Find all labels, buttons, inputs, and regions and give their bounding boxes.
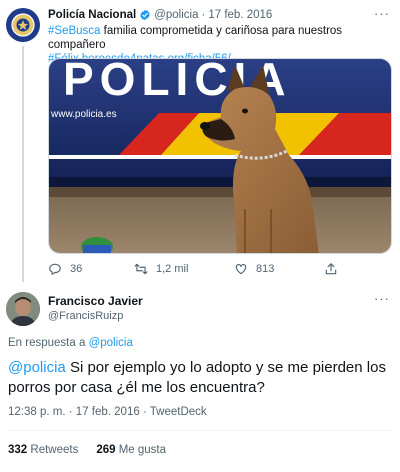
author-handle[interactable]: @policia [154, 9, 198, 21]
van-website: www.policia.es [50, 109, 117, 120]
author-name[interactable]: Policía Nacional [48, 9, 136, 21]
verified-badge-icon [140, 9, 150, 21]
reply-button[interactable]: 36 [48, 262, 82, 276]
like-icon [235, 264, 247, 275]
like-count: 813 [256, 263, 275, 275]
tweet-actions: 36 1,2 mil 813 [48, 262, 348, 278]
likes-label: Me gusta [118, 444, 167, 456]
header-separator: · [201, 9, 206, 21]
meta-separator: · [142, 406, 147, 418]
retweets-stat[interactable]: 332 Retweets [8, 444, 78, 456]
share-button[interactable] [324, 262, 338, 276]
mention-link[interactable]: @policia [8, 359, 66, 376]
tweet-stats: 332 Retweets 269 Me gusta [8, 444, 166, 456]
hashtag-sebusca[interactable]: #SeBusca [48, 25, 100, 37]
reply-text: @policia Si por ejemplo yo lo adopto y s… [8, 358, 396, 398]
retweet-icon [134, 263, 148, 275]
likes-count: 269 [96, 444, 116, 456]
replying-to-link[interactable]: @policia [89, 337, 133, 349]
tweet-date[interactable]: 17 feb. 2016 [76, 406, 140, 418]
likes-stat[interactable]: 269 Me gusta [96, 444, 166, 456]
more-icon[interactable]: ··· [374, 6, 390, 21]
tweet-time[interactable]: 12:38 p. m. [8, 406, 66, 418]
like-button[interactable]: 813 [234, 262, 274, 276]
reply-count: 36 [70, 263, 83, 275]
replying-prefix: En respuesta a [8, 337, 86, 349]
police-dog-photo: POLICIA www.policia.es [49, 59, 391, 253]
policia-avatar[interactable] [6, 8, 40, 42]
tweet-meta: 12:38 p. m. · 17 feb. 2016 · TweetDeck [8, 406, 207, 418]
reply-tweet: Francisco Javier @FrancisRuizp ··· En re… [0, 282, 400, 472]
retweets-count: 332 [8, 444, 28, 456]
reply-icon [49, 263, 61, 275]
author-name[interactable]: Francisco Javier [48, 294, 143, 308]
tweet-header: Policía Nacional @policia · 17 feb. 2016 [48, 9, 272, 21]
meta-separator: · [68, 406, 73, 418]
profile-photo [6, 292, 40, 326]
police-badge-icon [11, 13, 35, 37]
retweet-button[interactable]: 1,2 mil [134, 262, 188, 276]
avatar[interactable] [6, 292, 40, 326]
original-tweet: Policía Nacional @policia · 17 feb. 2016… [0, 0, 400, 282]
thread-line [22, 46, 24, 282]
share-icon [325, 263, 337, 275]
tweet-image[interactable]: POLICIA www.policia.es [48, 58, 392, 254]
more-icon[interactable]: ··· [374, 291, 390, 306]
author-handle[interactable]: @FrancisRuizp [48, 310, 123, 322]
divider [8, 430, 392, 431]
tweet-client[interactable]: TweetDeck [150, 406, 207, 418]
retweets-label: Retweets [30, 444, 79, 456]
tweet-date[interactable]: 17 feb. 2016 [208, 9, 272, 21]
retweet-count: 1,2 mil [156, 263, 189, 275]
replying-to: En respuesta a @policia [8, 337, 133, 349]
